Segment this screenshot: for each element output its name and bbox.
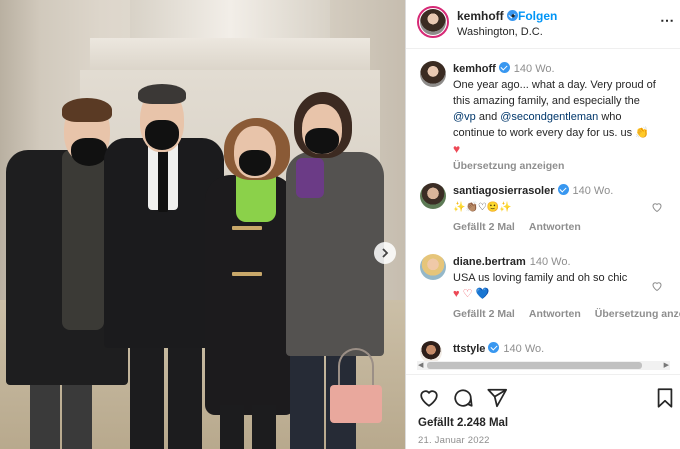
handbag-strap <box>338 348 374 390</box>
follow-button[interactable]: Folgen <box>518 9 557 23</box>
caption-text: kemhoff 140 Wo. One year ago... what a da… <box>453 61 665 174</box>
author-avatar[interactable] <box>417 6 449 38</box>
author-username[interactable]: kemhoff <box>457 9 518 23</box>
caption-avatar[interactable] <box>420 61 446 87</box>
comment-emoji: ♥ ♡ 💙 <box>453 288 490 300</box>
comment-avatar[interactable] <box>420 183 446 209</box>
comment-body: diane.bertram 140 Wo. USA us loving famil… <box>453 254 665 302</box>
bookmark-icon[interactable] <box>654 387 676 409</box>
comments-list[interactable]: kemhoff 140 Wo. One year ago... what a da… <box>406 49 680 361</box>
comment-body: santiagosierrasoler 140 Wo. ✨👏🏽♡🙂✨ <box>453 183 665 216</box>
translate-button[interactable]: Übersetzung anzeigen <box>595 308 680 320</box>
verified-badge-icon <box>488 342 500 353</box>
pink-handbag <box>330 385 382 423</box>
mention-link[interactable]: @secondgentleman <box>500 111 598 123</box>
comment-username[interactable]: santiagosierrasoler <box>453 185 555 197</box>
comment-body: ttstyle 140 Wo. <box>453 341 665 357</box>
more-options-icon[interactable]: ⋯ <box>660 12 675 29</box>
comment-username[interactable]: ttstyle <box>453 343 485 355</box>
scroll-right-icon[interactable]: ▶ <box>664 361 669 370</box>
scroll-left-icon[interactable]: ◀ <box>418 361 423 370</box>
caption-body: One year ago... what a day. Very proud o… <box>453 79 656 107</box>
like-comment-icon[interactable] <box>651 280 663 292</box>
statue-base <box>130 0 330 40</box>
separator-dot: • <box>511 9 516 23</box>
comment-text: USA us loving family and oh so chic <box>453 272 628 284</box>
post-date[interactable]: 21. Januar 2022 <box>418 435 490 446</box>
verified-badge-icon <box>557 184 569 195</box>
comment-likes[interactable]: Gefällt 2 Mal <box>453 308 515 320</box>
caption-body-2: and <box>475 111 501 123</box>
comment-meta: Gefällt 2 Mal Antworten <box>453 221 595 233</box>
post-header: kemhoff • Folgen Washington, D.C. ⋯ <box>406 0 680 49</box>
post-location[interactable]: Washington, D.C. <box>457 26 543 38</box>
likes-count[interactable]: Gefällt 2.248 Mal <box>418 417 508 429</box>
scrollbar-thumb[interactable] <box>427 362 642 369</box>
comment-meta: Gefällt 2 Mal Antworten Übersetzung anzeig… <box>453 308 680 320</box>
comment-time[interactable]: 140 Wo. <box>573 185 614 197</box>
comment-time[interactable]: 140 Wo. <box>503 343 544 355</box>
translate-button[interactable]: Übersetzung anzeigen <box>453 160 564 172</box>
comment-text: ✨👏🏽♡🙂✨ <box>453 202 512 213</box>
caption-time[interactable]: 140 Wo. <box>514 63 555 75</box>
caption-username[interactable]: kemhoff <box>453 63 496 75</box>
reply-button[interactable]: Antworten <box>529 221 581 233</box>
verified-badge-icon <box>498 62 510 73</box>
horizontal-scrollbar[interactable]: ◀ ▶ <box>417 361 670 370</box>
reply-button[interactable]: Antworten <box>529 308 581 320</box>
comment-avatar[interactable] <box>420 254 446 280</box>
mention-link[interactable]: @vp <box>453 111 476 123</box>
post-side-panel: kemhoff • Folgen Washington, D.C. ⋯ kemh… <box>405 0 680 449</box>
comment-time[interactable]: 140 Wo. <box>530 256 571 268</box>
like-icon[interactable] <box>418 387 440 409</box>
comment-icon[interactable] <box>452 387 474 409</box>
post-photo[interactable] <box>0 0 405 449</box>
share-icon[interactable] <box>486 387 508 409</box>
like-comment-icon[interactable] <box>651 201 663 213</box>
comment-username[interactable]: diane.bertram <box>453 256 526 268</box>
heart-emoji: ♥ <box>453 142 461 156</box>
post-actions: Gefällt 2.248 Mal 21. Januar 2022 <box>406 374 680 449</box>
comment-avatar[interactable] <box>420 341 442 361</box>
comment-likes[interactable]: Gefällt 2 Mal <box>453 221 515 233</box>
next-photo-button[interactable] <box>374 242 396 264</box>
chevron-right-icon <box>382 248 389 258</box>
